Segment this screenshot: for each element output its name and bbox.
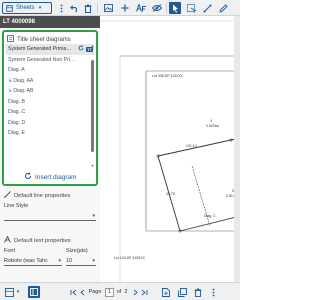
- panel-toggle-icon[interactable]: [28, 286, 40, 298]
- bottom-toolbar: ▾ Page 1 of 2: [0, 282, 240, 300]
- dimension-label: 43.78: [166, 192, 175, 196]
- diagram-item-diag-aa[interactable]: ↳ Diag. AA: [6, 76, 94, 87]
- font-value: Roboto (was Tahc: [4, 257, 48, 264]
- panel-header: Title sheet diagrams: [7, 35, 71, 44]
- toolbar-divider: [166, 3, 167, 13]
- line-style-label: Line Style: [4, 203, 29, 209]
- panel-title: Title sheet diagrams: [17, 36, 71, 43]
- insert-diagram-label: Insert diagram: [35, 173, 77, 181]
- canvas-edge: [234, 16, 240, 282]
- top-toolbar: Sheets ▾: [0, 0, 240, 16]
- diagram-item-diag-c[interactable]: Diag. C: [6, 107, 94, 118]
- diagram-icon: [7, 35, 14, 44]
- line-properties-title: Default line properties: [14, 192, 71, 199]
- diagram-item-diag-a[interactable]: Diag. A: [6, 65, 94, 76]
- total-pages: 2: [124, 289, 128, 295]
- title-sheet-diagrams-panel: Title sheet diagrams System Generated Pr…: [2, 30, 98, 186]
- diagram-item-label: Diag. B: [8, 98, 26, 105]
- next-page-icon[interactable]: [131, 286, 140, 298]
- diagram-item-label: Diag. A: [8, 67, 25, 74]
- page-label: Page: [88, 289, 102, 295]
- scroll-down-arrow-icon[interactable]: ▾: [90, 164, 95, 168]
- chevron-down-icon[interactable]: ▾: [15, 286, 21, 298]
- chevron-down-icon: ▾: [58, 257, 61, 264]
- text-properties-header[interactable]: Default text properties: [4, 235, 71, 245]
- area-select-icon[interactable]: [185, 2, 197, 14]
- sheets-icon: [6, 4, 13, 12]
- plan-drawing: [100, 20, 240, 282]
- visibility-icon[interactable]: [151, 2, 163, 14]
- diagram-item-diag-b[interactable]: Diag. B: [6, 97, 94, 108]
- diagram-item-diag-ab[interactable]: ↳ Diag. AB: [6, 86, 94, 97]
- refresh-icon[interactable]: [78, 45, 84, 53]
- font-label: Font: [4, 248, 16, 254]
- text-properties-title: Default text properties: [14, 237, 71, 244]
- parcel-boundary: [157, 137, 240, 157]
- diagram-item-system-generated-primary[interactable]: System Generated Prima… TT: [6, 44, 94, 55]
- more-options-icon[interactable]: [56, 2, 66, 14]
- diagram-list-scrollbar[interactable]: ▴ ▾: [91, 44, 94, 168]
- size-label: Size(pts): [66, 248, 88, 254]
- more-options-icon[interactable]: [208, 286, 218, 298]
- chevron-down-icon: ▾: [38, 5, 42, 11]
- add-sheet-icon[interactable]: [160, 286, 172, 298]
- sub-item-arrow-icon: ↳: [8, 88, 13, 95]
- drawing-canvas[interactable]: Lot 306 DP 3152XX Lot 104 DP 3152XX 1 0.…: [100, 16, 240, 282]
- page-number-input[interactable]: 1: [104, 286, 115, 298]
- toolbar-divider: [97, 3, 98, 13]
- font-select[interactable]: Roboto (was Tahc ▾: [4, 256, 62, 266]
- parcel-boundary: [179, 215, 240, 232]
- line-style-select[interactable]: ▾: [4, 211, 96, 221]
- layers-icon[interactable]: [3, 286, 15, 298]
- title-header: LT 4000098: [0, 16, 100, 28]
- add-icon[interactable]: [119, 2, 131, 14]
- diagram-item-label: System Generated Prima…: [8, 46, 72, 53]
- diagram-list: System Generated Prima… TT System Genera…: [6, 44, 94, 168]
- scrollbar-thumb[interactable]: [91, 60, 94, 152]
- line-properties-icon: [4, 191, 11, 200]
- first-page-icon[interactable]: [69, 286, 78, 298]
- text-tool-icon[interactable]: [134, 2, 148, 14]
- parcel-1-area: 0.523ha: [206, 124, 219, 128]
- diagram-item-label: Diag. AB: [13, 88, 34, 95]
- diagram-item-label: Diag. AA: [13, 77, 34, 84]
- diagram-item-system-generated-non-primary[interactable]: System Generated Non Primary D…: [6, 55, 94, 66]
- chevron-down-icon: ▾: [92, 257, 95, 264]
- sheets-dropdown-button[interactable]: Sheets ▾: [2, 2, 52, 14]
- sheets-label: Sheets: [16, 5, 35, 11]
- dimension-label: 101.10: [186, 144, 197, 148]
- diagram-item-diag-d[interactable]: Diag. D: [6, 118, 94, 129]
- image-icon[interactable]: [102, 2, 114, 14]
- insert-diagram-button[interactable]: Insert diagram: [24, 172, 77, 182]
- left-sidebar: Title sheet diagrams System Generated Pr…: [0, 28, 100, 282]
- diagram-item-label: System Generated Non Primary D…: [8, 56, 76, 63]
- parcel-1-label: 1: [210, 118, 213, 123]
- edit-pen-icon[interactable]: [217, 2, 229, 14]
- size-value: 10: [66, 257, 73, 264]
- scroll-up-arrow-icon[interactable]: ▴: [90, 44, 95, 48]
- delete-icon[interactable]: [82, 2, 94, 14]
- insert-icon: [24, 172, 32, 182]
- chevron-down-icon: ▾: [92, 212, 95, 219]
- last-page-icon[interactable]: [140, 286, 149, 298]
- undo-icon[interactable]: [68, 2, 80, 14]
- lot-bottom-label: Lot 104 DP 3152XX: [114, 256, 145, 260]
- diagram-item-label: Diag. D: [8, 119, 26, 126]
- copy-sheet-icon[interactable]: [176, 286, 188, 298]
- diagram-item-label: Diag. E: [8, 130, 26, 137]
- lot-top-label: Lot 306 DP 3152XX: [152, 74, 183, 78]
- delete-sheet-icon[interactable]: [192, 286, 204, 298]
- size-select[interactable]: 10 ▾: [66, 256, 96, 266]
- diagram-item-diag-e[interactable]: Diag. E: [6, 128, 94, 139]
- select-pointer-icon[interactable]: [169, 2, 181, 14]
- sub-item-arrow-icon: ↳: [8, 77, 13, 84]
- line-properties-header[interactable]: Default line properties: [4, 191, 70, 200]
- text-properties-icon: [4, 235, 11, 245]
- diag-c-label: Diag. C: [204, 214, 216, 218]
- current-page-value: 1: [105, 287, 114, 297]
- diagram-item-label: Diag. C: [8, 109, 26, 116]
- draw-line-icon[interactable]: [201, 2, 213, 14]
